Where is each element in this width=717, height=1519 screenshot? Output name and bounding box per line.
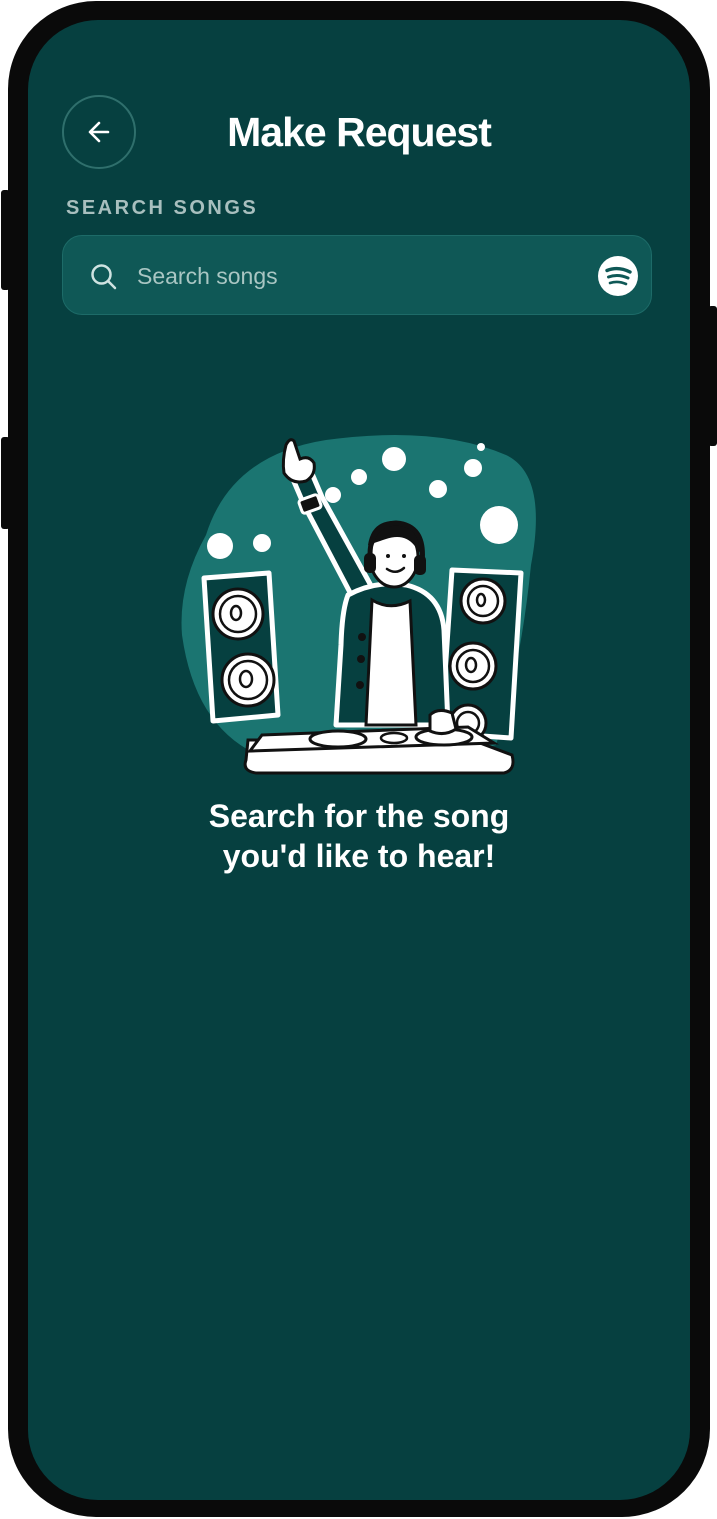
power-button [708, 306, 717, 446]
search-box[interactable] [62, 235, 652, 315]
volume-button [1, 437, 10, 529]
search-section-label: SEARCH SONGS [66, 197, 259, 219]
left-speaker [201, 570, 281, 724]
search-input[interactable] [137, 254, 577, 298]
empty-state-message: Search for the song you'd like to hear! [208, 798, 510, 874]
mute-switch [1, 190, 10, 290]
app-screen: Make Request SEARCH SONGS Search songs S… [28, 20, 690, 1500]
dj-illustration [181, 435, 536, 775]
spotify-icon[interactable] [597, 255, 639, 297]
search-icon [91, 264, 117, 290]
page-title: Make Request [227, 109, 492, 155]
